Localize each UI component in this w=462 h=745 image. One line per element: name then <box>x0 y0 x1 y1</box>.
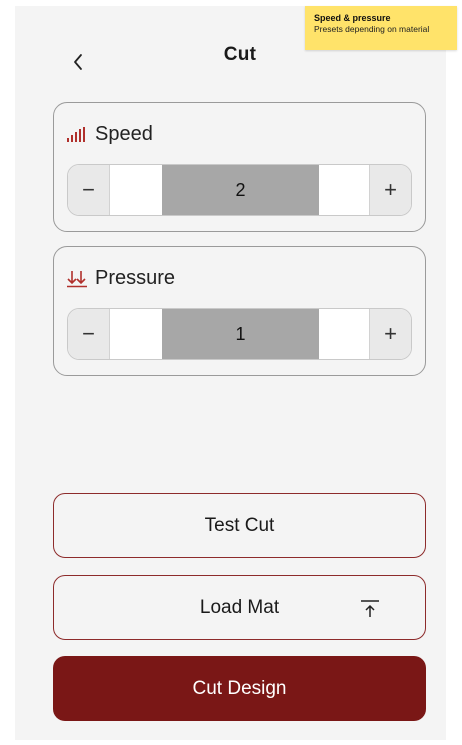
sticky-note-body: Presets depending on material <box>314 24 430 34</box>
speed-decrement-button[interactable]: − <box>68 165 110 215</box>
speed-label: Speed <box>95 123 153 145</box>
speed-value: 2 <box>162 165 319 215</box>
load-mat-button[interactable]: Load Mat <box>53 575 426 640</box>
sticky-note-title: Speed & pressure <box>314 13 391 23</box>
speed-panel: Speed − 2 + <box>53 102 426 232</box>
pressure-stepper: − 1 + <box>67 308 412 360</box>
speed-increment-button[interactable]: + <box>369 165 411 215</box>
double-down-arrow-icon <box>67 270 87 287</box>
pressure-decrement-button[interactable]: − <box>68 309 110 359</box>
pressure-label: Pressure <box>95 267 176 289</box>
test-cut-button[interactable]: Test Cut <box>53 493 426 558</box>
test-cut-label: Test Cut <box>204 514 275 536</box>
signal-bars-icon <box>67 126 85 142</box>
speed-stepper: − 2 + <box>67 164 412 216</box>
chevron-left-icon <box>74 54 82 70</box>
cut-design-button[interactable]: Cut Design <box>53 656 426 721</box>
speed-header: Speed <box>66 123 153 146</box>
upload-icon <box>361 600 379 617</box>
annotation-sticky-note: Speed & pressure Presets depending on ma… <box>305 6 457 50</box>
page-title: Cut <box>223 44 257 65</box>
pressure-value: 1 <box>162 309 319 359</box>
pressure-panel: Pressure − 1 + <box>53 246 426 376</box>
pressure-increment-button[interactable]: + <box>369 309 411 359</box>
load-mat-label: Load Mat <box>199 596 280 618</box>
back-button[interactable] <box>66 49 90 75</box>
cut-design-label: Cut Design <box>192 677 287 699</box>
pressure-header: Pressure <box>66 267 175 290</box>
